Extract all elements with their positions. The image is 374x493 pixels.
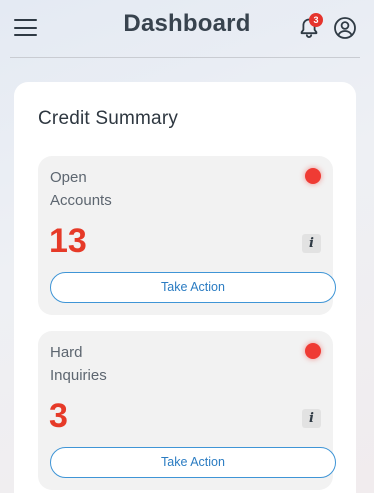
status-indicator-dot (305, 168, 321, 184)
card-value: 13 (49, 222, 87, 260)
card-label-line: Hard (50, 344, 83, 361)
card-label: Hard Inquiries (50, 341, 250, 387)
notification-badge: 3 (309, 13, 323, 27)
header-divider (10, 57, 360, 58)
take-action-button[interactable]: Take Action (50, 272, 336, 303)
card-label: Open Accounts (50, 166, 250, 212)
card-value: 3 (49, 397, 68, 435)
app-header: Dashboard 3 (0, 0, 374, 57)
card-label-line: Open (50, 169, 87, 186)
info-icon[interactable]: i (302, 409, 321, 428)
take-action-button[interactable]: Take Action (50, 447, 336, 478)
card-label-line: Accounts (50, 192, 112, 209)
user-profile-icon[interactable] (333, 16, 357, 40)
section-title: Credit Summary (38, 108, 179, 129)
info-icon[interactable]: i (302, 234, 321, 253)
status-indicator-dot (305, 343, 321, 359)
summary-card-open-accounts: Open Accounts 13 i Take Action (38, 156, 336, 315)
summary-card-hard-inquiries: Hard Inquiries 3 i Take Action (38, 331, 336, 490)
card-label-line: Inquiries (50, 367, 107, 384)
